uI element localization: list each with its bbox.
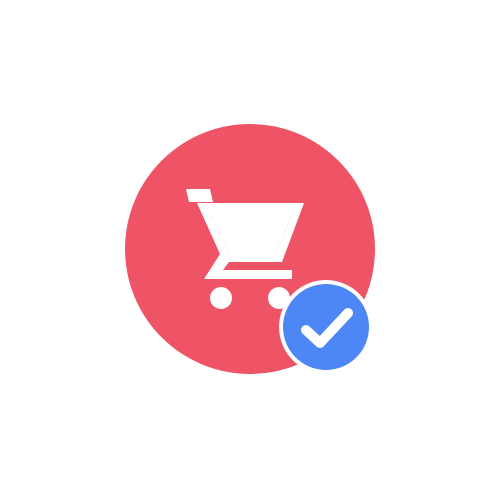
verified-badge [279, 280, 373, 374]
badge-circle [283, 284, 369, 370]
cart-verified-graphic [0, 0, 500, 500]
cart-wheel-left [210, 287, 232, 309]
cart-handle [186, 189, 213, 202]
cart-verified-illustration [125, 124, 375, 374]
